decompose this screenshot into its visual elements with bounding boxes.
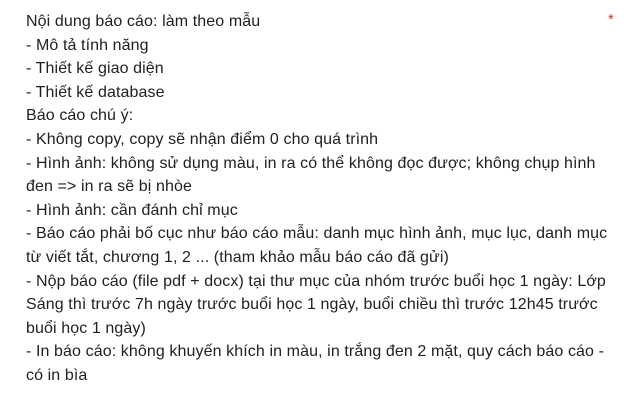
description-line: Báo cáo chú ý:	[26, 107, 134, 125]
description-line: - Hình ảnh: không sử dụng màu, in ra có …	[26, 154, 596, 172]
description-line: - Thiết kế giao diện	[26, 60, 164, 78]
description-line: có in bìa	[26, 366, 88, 384]
required-asterisk: *	[608, 11, 614, 28]
question-block: Nội dung báo cáo: làm theo mẫu - Mô tả t…	[0, 0, 630, 405]
description-line: - Hình ảnh: cần đánh chỉ mục	[26, 201, 238, 219]
question-description: Nội dung báo cáo: làm theo mẫu - Mô tả t…	[26, 10, 608, 388]
description-line: - Nộp báo cáo (file pdf + docx) tại thư …	[26, 272, 606, 290]
description-line: - In báo cáo: không khuyến khích in màu,…	[26, 343, 605, 361]
description-line: từ viết tắt, chương 1, 2 ... (tham khảo …	[26, 248, 449, 266]
description-line: buổi học 1 ngày)	[26, 319, 146, 337]
description-line: Sáng thì trước 7h ngày trước buổi học 1 …	[26, 296, 598, 314]
description-line: - Báo cáo phải bố cục như báo cáo mẫu: d…	[26, 225, 608, 243]
description-line: - Mô tả tính năng	[26, 36, 149, 54]
description-line: đen => in ra sẽ bị nhòe	[26, 178, 192, 196]
description-line: - Không copy, copy sẽ nhận điểm 0 cho qu…	[26, 130, 379, 148]
description-line: - Thiết kế database	[26, 83, 165, 101]
description-line: Nội dung báo cáo: làm theo mẫu	[26, 13, 261, 30]
